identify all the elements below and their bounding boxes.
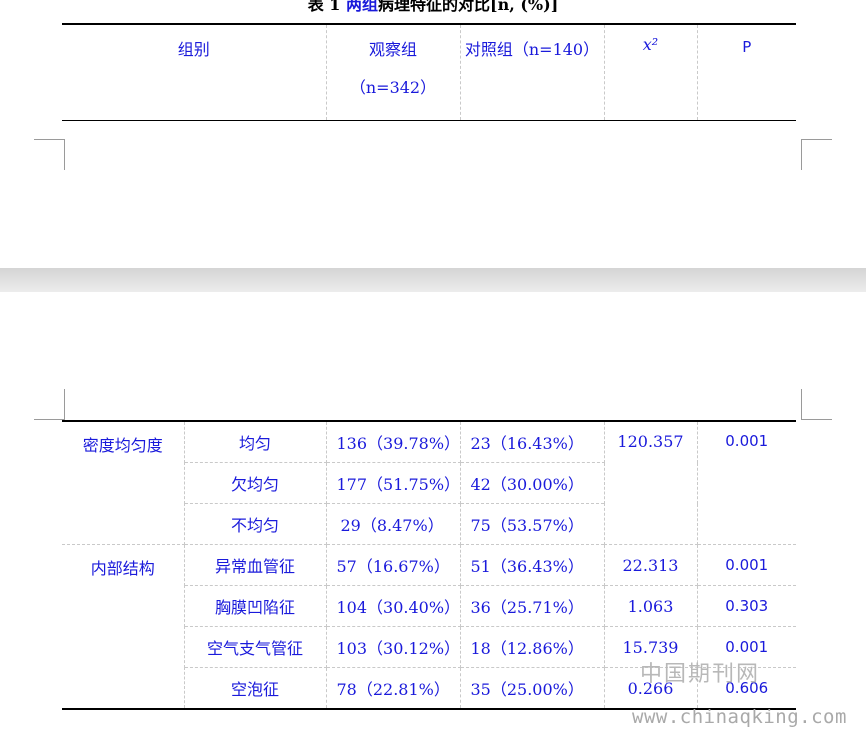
header-p: P xyxy=(696,24,796,121)
header-control: 对照组（n=140） xyxy=(459,24,605,121)
control-cell: 36（25.71%） xyxy=(459,585,605,627)
feature-cell: 异常血管征 xyxy=(183,544,327,586)
table-row: 密度均匀度 均匀 136（39.78%） 23（16.43%） 120.357 … xyxy=(62,421,796,545)
page-corner-mark xyxy=(801,389,832,420)
page-corner-mark xyxy=(801,139,832,170)
header-observe-label: 观察组 xyxy=(368,40,417,59)
caption-suffix: 病理特征的对比[n, (%)] xyxy=(378,0,559,14)
table-caption: 表 1 两组病理特征的对比[n, (%)] xyxy=(0,0,866,15)
header-chi-square: x² xyxy=(603,24,698,121)
table-row: 内部结构 异常血管征 57（16.67%） 51（36.43%） 22.313 … xyxy=(62,544,796,710)
observe-cell: 57（16.67%） xyxy=(325,544,461,586)
observe-cell: 136（39.78%） xyxy=(325,421,461,463)
feature-cell: 胸膜凹陷征 xyxy=(183,585,327,627)
control-cell: 35（25.00%） xyxy=(459,667,605,709)
control-cell: 23（16.43%） xyxy=(459,421,605,463)
feature-cell: 欠均匀 xyxy=(183,462,327,504)
p-value-cell: 0.001 xyxy=(696,544,796,586)
header-group: 组别 xyxy=(62,24,327,121)
group-cell: 密度均匀度 xyxy=(62,421,185,545)
table-header: 组别 观察组 （n=342） 对照组（n=140） x² P xyxy=(62,23,796,121)
feature-cell: 均匀 xyxy=(183,421,327,463)
feature-cell: 空气支气管征 xyxy=(183,626,327,668)
control-cell: 18（12.86%） xyxy=(459,626,605,668)
chi-square-cell: 1.063 xyxy=(603,585,698,627)
observe-cell: 103（30.12%） xyxy=(325,626,461,668)
watermark-title: 中国期刊网 xyxy=(640,662,761,687)
control-cell: 51（36.43%） xyxy=(459,544,605,586)
page-corner-mark xyxy=(34,139,65,170)
page-corner-mark xyxy=(34,389,65,420)
observe-cell: 29（8.47%） xyxy=(325,503,461,545)
feature-cell: 空泡征 xyxy=(183,667,327,709)
header-observe: 观察组 （n=342） xyxy=(325,24,461,121)
page-break xyxy=(0,268,866,292)
control-cell: 75（53.57%） xyxy=(459,503,605,545)
observe-cell: 104（30.40%） xyxy=(325,585,461,627)
control-cell: 42（30.00%） xyxy=(459,462,605,504)
observe-cell: 78（22.81%） xyxy=(325,667,461,709)
header-row: 组别 观察组 （n=342） 对照组（n=140） x² P xyxy=(62,24,796,121)
chi-square-cell: 22.313 xyxy=(603,544,698,586)
caption-highlight: 两组 xyxy=(346,0,379,14)
chi-square-cell: 120.357 xyxy=(603,421,698,545)
feature-cell: 不均匀 xyxy=(183,503,327,545)
caption-prefix: 表 1 xyxy=(307,0,346,14)
header-observe-n: （n=342） xyxy=(349,78,437,97)
group-cell: 内部结构 xyxy=(62,544,185,710)
watermark-url: www.chinaqking.com xyxy=(632,706,847,728)
p-value-cell: 0.303 xyxy=(696,585,796,627)
observe-cell: 177（51.75%） xyxy=(325,462,461,504)
p-value-cell: 0.001 xyxy=(696,421,796,545)
